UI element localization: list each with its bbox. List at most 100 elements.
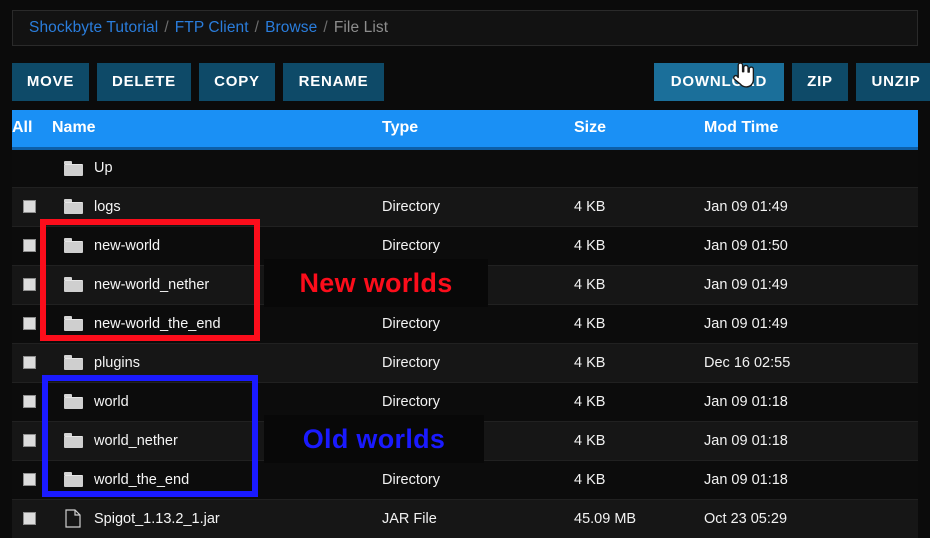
row-select-cell <box>12 421 52 461</box>
table-row[interactable]: Spigot_1.13.2_1.jar JAR File 45.09 MB Oct 2… <box>12 499 918 538</box>
breadcrumb-separator: / <box>164 19 169 36</box>
row-checkbox[interactable] <box>23 473 36 487</box>
file-list-table: All Name Type Size Mod Time Up logs Direct… <box>12 110 918 538</box>
breadcrumb-item-ftp-client[interactable]: FTP Client <box>175 19 249 37</box>
file-name-link[interactable]: world <box>94 394 129 410</box>
file-modtime-cell: Jan 09 01:18 <box>704 382 918 422</box>
table-row[interactable]: new-world_the_end Directory 4 KB Jan 09 01:… <box>12 304 918 344</box>
table-row[interactable]: logs Directory 4 KB Jan 09 01:49 <box>12 187 918 227</box>
rename-button[interactable]: RENAME <box>283 63 384 101</box>
delete-button[interactable]: DELETE <box>97 63 191 101</box>
folder-icon <box>52 199 94 214</box>
file-name-link[interactable]: world_the_end <box>94 472 189 488</box>
file-type-cell: Directory <box>382 226 574 266</box>
table-row[interactable]: new-world_nether Directory 4 KB Jan 09 01:4… <box>12 265 918 305</box>
file-name-cell: Spigot_1.13.2_1.jar <box>52 499 382 538</box>
folder-icon <box>52 394 94 409</box>
table-header: All Name Type Size Mod Time <box>12 110 918 150</box>
folder-icon <box>52 238 94 253</box>
table-row[interactable]: new-world Directory 4 KB Jan 09 01:50 <box>12 226 918 266</box>
file-type-cell: Directory <box>382 421 574 461</box>
file-size-cell: 4 KB <box>574 265 704 305</box>
breadcrumb-item-browse[interactable]: Browse <box>265 19 317 37</box>
file-type-cell: Directory <box>382 304 574 344</box>
file-name-link[interactable]: Up <box>94 160 113 176</box>
folder-icon <box>52 277 94 292</box>
table-row[interactable]: plugins Directory 4 KB Dec 16 02:55 <box>12 343 918 383</box>
table-header-row: All Name Type Size Mod Time <box>12 110 918 150</box>
file-size-cell: 4 KB <box>574 304 704 344</box>
file-size-cell: 4 KB <box>574 226 704 266</box>
row-select-cell <box>12 343 52 383</box>
file-modtime-cell: Jan 09 01:49 <box>704 304 918 344</box>
file-type-cell <box>382 148 574 188</box>
row-checkbox[interactable] <box>23 512 36 526</box>
file-size-cell <box>574 148 704 188</box>
file-modtime-cell: Jan 09 01:49 <box>704 265 918 305</box>
file-icon <box>52 509 94 528</box>
file-type-cell: Directory <box>382 343 574 383</box>
breadcrumb-item-shockbyte-tutorial[interactable]: Shockbyte Tutorial <box>29 19 158 37</box>
file-name-cell: new-world <box>52 226 382 266</box>
file-size-cell: 4 KB <box>574 343 704 383</box>
row-checkbox[interactable] <box>23 278 36 292</box>
row-select-cell <box>12 187 52 227</box>
folder-icon <box>52 472 94 487</box>
folder-icon <box>52 355 94 370</box>
copy-button[interactable]: COPY <box>199 63 275 101</box>
table-row[interactable]: world_nether Directory 4 KB Jan 09 01:18 <box>12 421 918 461</box>
row-checkbox[interactable] <box>23 239 36 253</box>
breadcrumb-separator: / <box>254 19 260 36</box>
row-select-cell <box>12 499 52 538</box>
file-name-cell: world_nether <box>52 421 382 461</box>
column-header-name[interactable]: Name <box>52 110 382 150</box>
file-name-link[interactable]: new-world <box>94 238 160 254</box>
file-name-link[interactable]: plugins <box>94 355 140 371</box>
file-size-cell: 45.09 MB <box>574 499 704 538</box>
move-button[interactable]: MOVE <box>12 63 89 101</box>
row-select-cell <box>12 460 52 500</box>
breadcrumb: Shockbyte Tutorial / FTP Client / Browse / Fil… <box>12 10 918 46</box>
row-checkbox[interactable] <box>23 200 36 214</box>
file-modtime-cell: Jan 09 01:18 <box>704 460 918 500</box>
row-checkbox[interactable] <box>23 395 36 409</box>
ftp-file-browser: Shockbyte Tutorial / FTP Client / Browse / Fil… <box>0 0 930 538</box>
row-checkbox[interactable] <box>23 434 36 448</box>
file-type-cell: Directory <box>382 382 574 422</box>
file-size-cell: 4 KB <box>574 187 704 227</box>
table-row[interactable]: world Directory 4 KB Jan 09 01:18 <box>12 382 918 422</box>
file-size-cell: 4 KB <box>574 460 704 500</box>
file-name-link[interactable]: world_nether <box>94 433 178 449</box>
file-modtime-cell <box>704 148 918 188</box>
column-header-mod-time[interactable]: Mod Time <box>704 110 918 150</box>
breadcrumb-separator: / <box>323 19 328 36</box>
zip-button[interactable]: ZIP <box>792 63 848 101</box>
file-name-link[interactable]: new-world_nether <box>94 277 209 293</box>
row-checkbox[interactable] <box>23 317 36 331</box>
unzip-button[interactable]: UNZIP <box>856 63 930 101</box>
file-modtime-cell: Jan 09 01:49 <box>704 187 918 227</box>
row-select-cell <box>12 148 52 188</box>
file-name-link[interactable]: logs <box>94 199 121 215</box>
folder-icon <box>52 433 94 448</box>
file-name-cell: Up <box>52 148 382 188</box>
row-select-cell <box>12 382 52 422</box>
table-row[interactable]: world_the_end Directory 4 KB Jan 09 01:18 <box>12 460 918 500</box>
file-type-cell: Directory <box>382 460 574 500</box>
file-name-cell: logs <box>52 187 382 227</box>
file-name-link[interactable]: Spigot_1.13.2_1.jar <box>94 511 220 527</box>
folder-icon <box>52 160 94 176</box>
row-checkbox[interactable] <box>23 356 36 370</box>
table-row[interactable]: Up <box>12 148 918 188</box>
column-header-type[interactable]: Type <box>382 110 574 150</box>
file-name-cell: new-world_nether <box>52 265 382 305</box>
download-button[interactable]: DOWNLOAD <box>654 63 784 101</box>
row-select-cell <box>12 226 52 266</box>
file-size-cell: 4 KB <box>574 382 704 422</box>
column-header-all[interactable]: All <box>12 110 52 150</box>
file-type-cell: Directory <box>382 187 574 227</box>
file-action-toolbar: MOVE DELETE COPY RENAME DOWNLOAD ZIP UNZIP <box>12 63 930 101</box>
column-header-size[interactable]: Size <box>574 110 704 150</box>
breadcrumb-item-file-list: File List <box>333 19 389 36</box>
file-name-link[interactable]: new-world_the_end <box>94 316 221 332</box>
